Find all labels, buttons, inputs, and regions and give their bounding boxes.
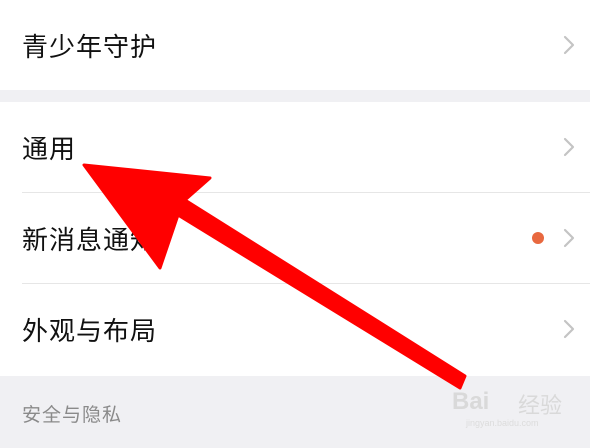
settings-item-new-message-notification[interactable]: 新消息通知 xyxy=(0,193,590,283)
settings-item-label: 新消息通知 xyxy=(22,225,158,256)
chevron-right-icon xyxy=(563,228,575,248)
settings-item-appearance-layout[interactable]: 外观与布局 xyxy=(0,284,590,374)
baidu-watermark: Bai 经验 jingyan.baidu.com xyxy=(452,384,580,436)
settings-group-top: 青少年守护 xyxy=(0,0,590,90)
chevron-right-icon xyxy=(563,319,575,339)
settings-item-label: 青少年守护 xyxy=(22,32,158,63)
settings-item-youth-protection[interactable]: 青少年守护 xyxy=(0,0,590,90)
watermark-url: jingyan.baidu.com xyxy=(466,418,539,428)
section-header-security-privacy: 安全与隐私 xyxy=(22,404,123,426)
settings-item-general[interactable]: 通用 xyxy=(0,102,590,192)
chevron-right-icon xyxy=(563,137,575,157)
settings-group-main: 通用 新消息通知 外观与布局 xyxy=(0,102,590,376)
watermark-brand: Bai xyxy=(452,388,490,415)
watermark-brand-suffix: 经验 xyxy=(518,394,563,419)
settings-item-label: 通用 xyxy=(22,134,77,165)
settings-item-label: 外观与布局 xyxy=(22,316,158,347)
notification-dot xyxy=(532,232,544,244)
chevron-right-icon xyxy=(563,35,575,55)
